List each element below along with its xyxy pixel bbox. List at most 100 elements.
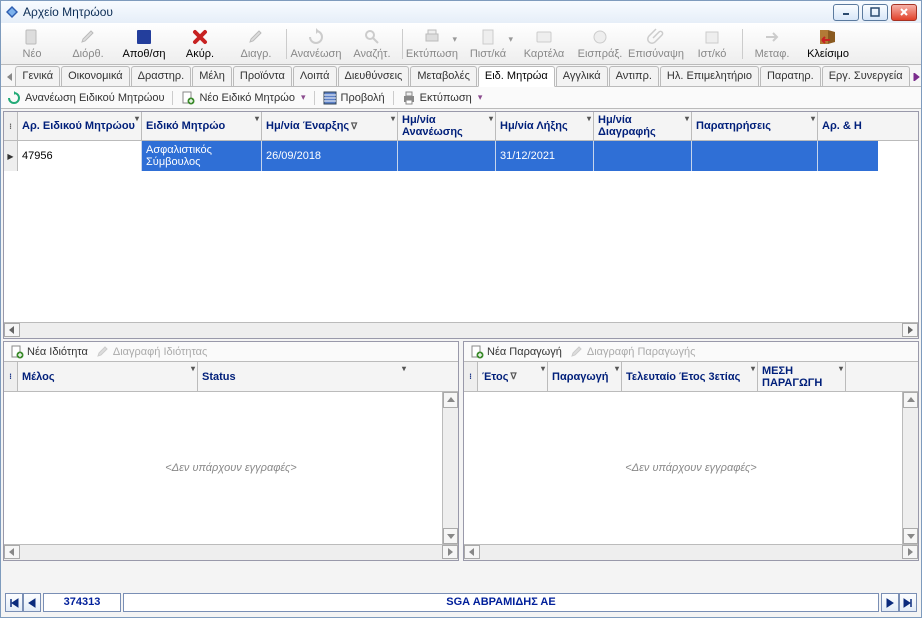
tab-general[interactable]: Γενικά (15, 66, 60, 86)
delete-production-button[interactable]: Διαγραφή Παραγωγής (570, 345, 696, 359)
tab-addresses[interactable]: Διευθύνσεις (338, 66, 410, 86)
toolbar-card[interactable]: Καρτέλα (517, 24, 571, 64)
col-header-extra[interactable]: Αρ. & Η (818, 112, 878, 140)
main-toolbar: Νέο Διόρθ. Αποθ/ση Ακύρ. Διαγρ. Ανανέωση… (1, 23, 921, 65)
nav-last-button[interactable] (899, 593, 917, 612)
tabs-scroll-right[interactable] (911, 68, 921, 86)
tab-members[interactable]: Μέλη (192, 66, 232, 86)
tab-special-registries[interactable]: Ειδ. Μητρώα (478, 66, 555, 87)
col-production[interactable]: Παραγωγή▾ (548, 362, 622, 391)
nav-next-button[interactable] (881, 593, 899, 612)
col-member[interactable]: Μέλος▾ (18, 362, 198, 391)
prop-hscroll[interactable] (4, 544, 458, 560)
col-year[interactable]: Έτος∇▾ (478, 362, 548, 391)
tab-activities[interactable]: Δραστηρ. (131, 66, 192, 86)
col-status[interactable]: Status▾ (198, 362, 408, 391)
toolbar-collect[interactable]: Εισπράξ. (573, 24, 627, 64)
prod-hscroll[interactable] (464, 544, 918, 560)
tab-reps[interactable]: Αντιπρ. (609, 66, 659, 86)
new-property-button[interactable]: Νέα Ιδιότητα (10, 345, 88, 359)
sub-toolbar: Ανανέωση Ειδικού Μητρώου Νέο Ειδικό Μητρ… (1, 87, 921, 109)
tab-changes[interactable]: Μεταβολές (410, 66, 477, 86)
sub-new[interactable]: Νέο Ειδικό Μητρώο (181, 91, 305, 105)
prop-vscroll[interactable] (442, 392, 458, 544)
prop-grid-corner[interactable]: ⁝ (4, 362, 18, 391)
toolbar-cancel[interactable]: Ακύρ. (173, 24, 227, 64)
close-window-button[interactable] (891, 4, 917, 21)
prod-vscroll[interactable] (902, 392, 918, 544)
col-header-end[interactable]: Ημ/νία Λήξης▾ (496, 112, 594, 140)
tabs-scroll-left[interactable] (5, 68, 15, 86)
toolbar-edit[interactable]: Διόρθ. (61, 24, 115, 64)
cell-id[interactable]: 47956 (18, 141, 142, 171)
nav-prev-button[interactable] (23, 593, 41, 612)
col-header-type[interactable]: Ειδικό Μητρώο▾ (142, 112, 262, 140)
sub-view[interactable]: Προβολή (323, 91, 385, 105)
toolbar-refresh[interactable]: Ανανέωση (289, 24, 343, 64)
toolbar-save[interactable]: Αποθ/ση (117, 24, 171, 64)
tab-financial[interactable]: Οικονομικά (61, 66, 130, 86)
delete-property-button[interactable]: Διαγραφή Ιδιότητας (96, 345, 207, 359)
toolbar-new[interactable]: Νέο (5, 24, 59, 64)
toolbar-transfer[interactable]: Μεταφ. (745, 24, 799, 64)
toolbar-delete[interactable]: Διαγρ. (229, 24, 283, 64)
prod-empty-label: <Δεν υπάρχουν εγγραφές> (464, 392, 918, 544)
tabstrip: Γενικά Οικονομικά Δραστηρ. Μέλη Προϊόντα… (1, 65, 921, 87)
row-indicator-icon (4, 141, 18, 171)
hscroll-right-button[interactable] (902, 323, 918, 337)
record-id: 374313 (43, 593, 121, 612)
col-header-renew[interactable]: Ημ/νία Ανανέωσης▾ (398, 112, 496, 140)
table-row[interactable]: 47956 Ασφαλιστικός Σύμβουλος 26/09/2018 … (4, 141, 918, 171)
cell-notes[interactable] (692, 141, 818, 171)
grid-corner[interactable]: ⁝ (4, 112, 18, 140)
production-panel: Νέα Παραγωγή Διαγραφή Παραγωγής ⁝ Έτος∇▾… (463, 341, 919, 561)
prod-grid-corner[interactable]: ⁝ (464, 362, 478, 391)
view-icon (323, 91, 337, 105)
cell-del[interactable] (594, 141, 692, 171)
toolbar-search[interactable]: Αναζήτ. (345, 24, 399, 64)
tab-workshops[interactable]: Εργ. Συνεργεία (822, 66, 910, 86)
minimize-button[interactable] (833, 4, 859, 21)
col-header-del[interactable]: Ημ/νία Διαγραφής▾ (594, 112, 692, 140)
cell-extra[interactable] (818, 141, 878, 171)
nav-first-button[interactable] (5, 593, 23, 612)
toolbar-history[interactable]: Ιστ/κό (685, 24, 739, 64)
window-title: Αρχείο Μητρώου (23, 5, 833, 19)
refresh-icon (7, 91, 21, 105)
col-last3[interactable]: Τελευταίο Έτος 3ετίας▾ (622, 362, 758, 391)
grid-hscroll[interactable] (4, 322, 918, 338)
cell-start[interactable]: 26/09/2018 (262, 141, 398, 171)
edit-icon (570, 345, 584, 359)
sub-refresh[interactable]: Ανανέωση Ειδικού Μητρώου (7, 91, 164, 105)
cell-type[interactable]: Ασφαλιστικός Σύμβουλος (142, 141, 262, 171)
toolbar-cert[interactable]: Πιστ/κά (461, 24, 515, 64)
main-grid[interactable]: ⁝ Αρ. Ειδικού Μητρώου▾ Ειδικό Μητρώο▾ Ημ… (3, 111, 919, 339)
titlebar: Αρχείο Μητρώου (1, 1, 921, 23)
col-header-notes[interactable]: Παρατηρήσεις▾ (692, 112, 818, 140)
record-navigator: 374313 SGA ΑΒΡΑΜΙΔΗΣ ΑΕ (5, 592, 917, 613)
record-name: SGA ΑΒΡΑΜΙΔΗΣ ΑΕ (123, 593, 879, 612)
prop-empty-label: <Δεν υπάρχουν εγγραφές> (4, 392, 458, 544)
col-header-id[interactable]: Αρ. Ειδικού Μητρώου▾ (18, 112, 142, 140)
tab-other[interactable]: Λοιπά (293, 66, 337, 86)
cell-end[interactable]: 31/12/2021 (496, 141, 594, 171)
toolbar-attach[interactable]: Επισύναψη (629, 24, 683, 64)
new-icon (10, 345, 24, 359)
cell-renew[interactable] (398, 141, 496, 171)
app-icon (5, 5, 19, 19)
col-header-start[interactable]: Ημ/νία Έναρξης∇▾ (262, 112, 398, 140)
hscroll-left-button[interactable] (4, 323, 20, 337)
tab-notes[interactable]: Παρατηρ. (760, 66, 821, 86)
sub-print[interactable]: Εκτύπωση (402, 91, 483, 105)
tab-echamber[interactable]: Ηλ. Επιμελητήριο (660, 66, 759, 86)
maximize-button[interactable] (862, 4, 888, 21)
property-panel: Νέα Ιδιότητα Διαγραφή Ιδιότητας ⁝ Μέλος▾… (3, 341, 459, 561)
edit-icon (96, 345, 110, 359)
print-icon (402, 91, 416, 105)
col-avgprod[interactable]: ΜΕΣΗ ΠΑΡΑΓΩΓΗ▾ (758, 362, 846, 391)
toolbar-close[interactable]: Κλείσιμο (801, 24, 855, 64)
new-production-button[interactable]: Νέα Παραγωγή (470, 345, 562, 359)
tab-products[interactable]: Προϊόντα (233, 66, 292, 86)
toolbar-print[interactable]: Εκτύπωση (405, 24, 459, 64)
tab-english[interactable]: Αγγλικά (556, 66, 608, 86)
